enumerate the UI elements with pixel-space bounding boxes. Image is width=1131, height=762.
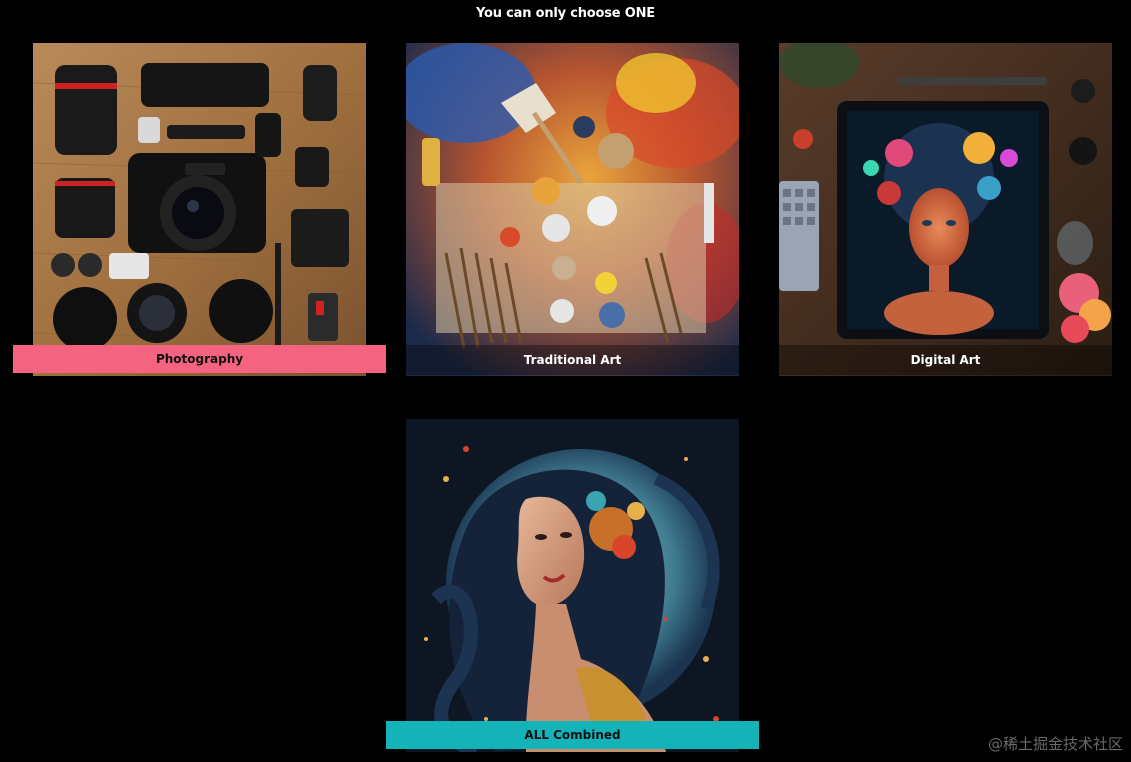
all-combined-image [406,419,739,752]
traditional-art-image [406,43,739,376]
category-picker-page: You can only choose ONE Photography Trad… [0,0,1131,762]
photography-image [33,43,366,376]
option-card-traditional-art[interactable]: Traditional Art [406,43,739,376]
option-card-all-combined[interactable]: ALL Combined [386,419,759,752]
digital-art-label[interactable]: Digital Art [779,345,1112,375]
traditional-art-label[interactable]: Traditional Art [406,345,739,375]
option-card-photography[interactable]: Photography [13,43,386,376]
page-title: You can only choose ONE [476,6,655,21]
photography-label[interactable]: Photography [13,345,386,373]
option-card-digital-art[interactable]: Digital Art [779,43,1112,376]
all-combined-label[interactable]: ALL Combined [386,721,759,749]
watermark-text: @稀土掘金技术社区 [987,735,1123,753]
digital-art-image [779,43,1112,376]
